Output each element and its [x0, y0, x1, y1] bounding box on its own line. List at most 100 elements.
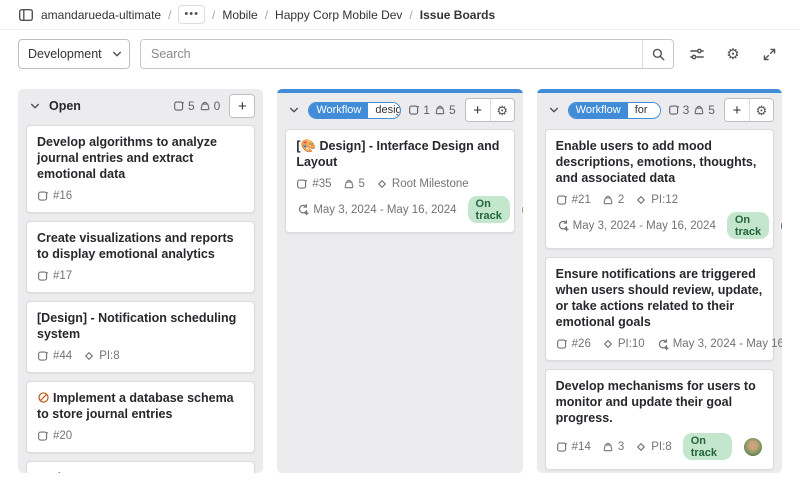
list-settings-gear-icon[interactable]: ⚙: [749, 99, 773, 121]
assignee-avatars: [743, 437, 763, 457]
issue-icon: [37, 430, 49, 442]
board-search: [140, 39, 674, 69]
issue-icon: [37, 270, 49, 282]
issue-icon: [556, 441, 568, 453]
collapse-chevron-icon[interactable]: [287, 103, 301, 117]
issue-card[interactable]: Task 3 #38 PI:7: [26, 461, 255, 473]
issue-weight: 2: [602, 194, 624, 206]
issue-icon: [296, 178, 308, 190]
issue-weight: 5: [343, 178, 365, 190]
board-toolbar: Development ⚙: [0, 30, 800, 79]
issue-weight: 3: [602, 441, 624, 453]
card-title: Implement a database schema to store jou…: [37, 390, 244, 422]
breadcrumb-separator: /: [265, 8, 268, 22]
issue-reference: #44: [37, 350, 72, 362]
breadcrumb-ellipsis-button[interactable]: •••: [178, 5, 205, 24]
issue-reference: #21: [556, 194, 591, 206]
card-list: [🎨 Design] - Interface Design and Layout…: [277, 127, 522, 241]
milestone: PI:8: [635, 441, 671, 453]
list-settings-gear-icon[interactable]: ⚙: [490, 99, 514, 121]
breadcrumb-current-page[interactable]: Issue Boards: [420, 8, 495, 22]
add-issue-button[interactable]: +: [230, 95, 254, 117]
weight-icon: [693, 104, 705, 116]
add-issue-button[interactable]: +: [725, 99, 749, 121]
issue-icon: [37, 190, 49, 202]
issue-icon: [37, 350, 49, 362]
scoped-label[interactable]: Workflow Ready for dev: [568, 102, 661, 119]
issue-icon: [668, 104, 680, 116]
health-status-badge: On track: [468, 196, 510, 223]
iteration-icon: [296, 203, 309, 216]
issue-icon: [556, 194, 568, 206]
card-title: Develop mechanisms for users to monitor …: [556, 378, 763, 426]
fullscreen-expand-icon[interactable]: [756, 41, 782, 67]
assignee-avatars: [780, 216, 782, 236]
avatar[interactable]: [780, 216, 782, 236]
board-column-workflow-design: Workflow design 1 5 + ⚙ [🎨 D: [277, 89, 522, 473]
breadcrumb-group[interactable]: amandarueda-ultimate: [41, 8, 161, 22]
search-icon[interactable]: [642, 40, 673, 68]
card-title: [🎨 Design] - Interface Design and Layout: [296, 138, 503, 170]
weight-icon: [602, 194, 614, 206]
weight-icon: [602, 441, 614, 453]
issue-card[interactable]: Ensure notifications are triggered when …: [545, 257, 774, 361]
card-title: [Design] - Notification scheduling syste…: [37, 310, 244, 342]
blocked-icon: [37, 391, 50, 404]
issue-card[interactable]: Implement a database schema to store jou…: [26, 381, 255, 453]
column-issue-count: 5: [173, 99, 195, 113]
issue-card[interactable]: [🎨 Design] - Interface Design and Layout…: [285, 129, 514, 233]
milestone: PI:12: [635, 194, 678, 206]
issue-reference: #35: [296, 178, 331, 190]
board-settings-gear-icon[interactable]: ⚙: [720, 41, 746, 67]
collapse-chevron-icon[interactable]: [547, 103, 561, 117]
issue-icon: [408, 104, 420, 116]
board-select-value: Development: [28, 47, 102, 61]
milestone: PI:8: [83, 350, 119, 362]
issue-board: Open 5 0 + Develop algorithms to analyze…: [0, 79, 800, 473]
search-input[interactable]: [141, 40, 642, 68]
card-title: Develop algorithms to analyze journal en…: [37, 134, 244, 182]
issue-card[interactable]: Enable users to add mood descriptions, e…: [545, 129, 774, 249]
weight-icon: [343, 178, 355, 190]
milestone: PI:10: [602, 338, 645, 350]
add-issue-button[interactable]: +: [466, 99, 490, 121]
issue-card[interactable]: Create visualizations and reports to dis…: [26, 221, 255, 293]
iteration-dates: May 3, 2024 - May 16, 2024: [656, 338, 782, 351]
milestone-icon: [635, 194, 647, 206]
issue-card[interactable]: [Design] - Notification scheduling syste…: [26, 301, 255, 373]
iteration-icon: [656, 338, 669, 351]
card-title: Ensure notifications are triggered when …: [556, 266, 763, 330]
health-status-badge: On track: [683, 433, 732, 460]
sidebar-toggle-icon[interactable]: [18, 7, 34, 23]
card-title: Enable users to add mood descriptions, e…: [556, 138, 763, 186]
collapse-chevron-icon[interactable]: [28, 99, 42, 113]
card-list: Enable users to add mood descriptions, e…: [537, 127, 782, 473]
breadcrumb-separator: /: [409, 8, 412, 22]
column-weight-total: 5: [434, 103, 456, 117]
issue-icon: [556, 338, 568, 350]
milestone-icon: [635, 441, 647, 453]
health-status-badge: On track: [727, 212, 769, 239]
scoped-label[interactable]: Workflow design: [308, 102, 401, 119]
breadcrumb-separator: /: [212, 8, 215, 22]
column-header: Workflow design 1 5 + ⚙: [277, 93, 522, 127]
column-header: Workflow Ready for dev 3 5 + ⚙: [537, 93, 782, 127]
issue-card[interactable]: Develop algorithms to analyze journal en…: [26, 125, 255, 213]
iteration-dates: May 3, 2024 - May 16, 2024: [296, 203, 456, 216]
board-config-sliders-icon[interactable]: [684, 41, 710, 67]
board-select-dropdown[interactable]: Development: [18, 39, 130, 69]
iteration-dates: May 3, 2024 - May 16, 2024: [556, 219, 716, 232]
weight-icon: [434, 104, 446, 116]
issue-reference: #20: [37, 430, 72, 442]
milestone-icon: [602, 338, 614, 350]
weight-icon: [199, 100, 211, 112]
avatar[interactable]: [521, 200, 523, 220]
issue-card[interactable]: Develop mechanisms for users to monitor …: [545, 369, 774, 470]
breadcrumb-subgroup[interactable]: Mobile: [222, 8, 257, 22]
breadcrumb: amandarueda-ultimate / ••• / Mobile / Ha…: [0, 0, 800, 30]
issue-icon: [173, 100, 185, 112]
iteration-icon: [556, 219, 569, 232]
avatar[interactable]: [743, 437, 763, 457]
breadcrumb-project[interactable]: Happy Corp Mobile Dev: [275, 8, 402, 22]
chevron-down-icon: [110, 47, 124, 61]
